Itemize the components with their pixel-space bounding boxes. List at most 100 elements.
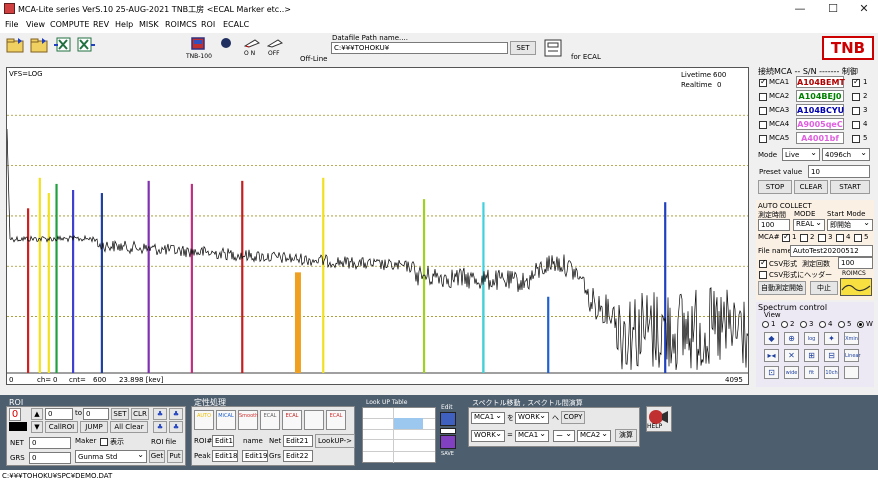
roi-all-clear-button[interactable]: All Clear bbox=[110, 421, 148, 433]
mca2-control-checkbox[interactable] bbox=[852, 93, 860, 101]
spectrum-control-icon-6[interactable]: ▸◂ bbox=[764, 349, 779, 362]
file-name-input[interactable]: AutoTest20200512 bbox=[790, 245, 873, 257]
mca1-checkbox[interactable] bbox=[759, 77, 767, 87]
pen-off-icon[interactable] bbox=[267, 38, 283, 48]
excel-export-icon[interactable] bbox=[76, 36, 96, 52]
spectrum-control-icon-3[interactable]: log bbox=[804, 332, 819, 345]
view-radio-3[interactable] bbox=[800, 321, 807, 328]
edit21-field[interactable]: Edit21 bbox=[283, 435, 313, 447]
auto-stop-button[interactable]: 中止 bbox=[810, 281, 838, 295]
roi-up-icon[interactable]: ▲ bbox=[31, 408, 43, 420]
stop-button[interactable]: STOP bbox=[758, 180, 792, 194]
menu-ecalc[interactable]: ECALC bbox=[223, 20, 249, 29]
spectrum-control-icon-10[interactable]: Linear bbox=[844, 349, 861, 362]
lookup-button[interactable]: LookUP-> bbox=[315, 434, 355, 448]
roi-jump-button[interactable]: JUMP bbox=[80, 421, 108, 433]
calc-operand1-select[interactable]: MCA1 bbox=[515, 430, 549, 442]
close-button[interactable]: ✕ bbox=[850, 1, 878, 17]
calc-button[interactable]: 演算 bbox=[615, 429, 637, 442]
mode-select[interactable]: Live bbox=[782, 148, 820, 161]
pen-on-icon[interactable] bbox=[244, 38, 260, 48]
call-roi-button[interactable]: CallROI bbox=[45, 421, 78, 433]
lookup-selected-cell[interactable] bbox=[393, 418, 423, 429]
menu-help[interactable]: Help bbox=[115, 20, 133, 29]
preset-value-input[interactable]: 10 bbox=[808, 165, 870, 178]
roi-peak2-icon[interactable]: ♣ bbox=[169, 408, 183, 420]
mca5-control-checkbox[interactable] bbox=[852, 135, 860, 143]
edit1-field[interactable]: Edit1 bbox=[212, 435, 234, 447]
roi-peak3-icon[interactable]: ♣ bbox=[153, 421, 167, 433]
csv-header-checkbox[interactable] bbox=[759, 271, 767, 279]
datafile-path-input[interactable]: C:¥¥¥TOHOKU¥ bbox=[331, 42, 508, 54]
qualitative-tool-icon-2[interactable]: MiCAL bbox=[216, 410, 236, 430]
source-spectrum-select[interactable]: MCA1 bbox=[471, 412, 505, 424]
view-radio-1[interactable] bbox=[762, 321, 769, 328]
auto-measure-start-button[interactable]: 自動測定開始 bbox=[758, 281, 806, 295]
qualitative-tool-icon-1[interactable]: AUTO bbox=[194, 410, 214, 430]
auto-mca2-checkbox[interactable] bbox=[800, 234, 808, 242]
roi-peak4-icon[interactable]: ♣ bbox=[169, 421, 183, 433]
auto-mca3-checkbox[interactable] bbox=[818, 234, 826, 242]
roi-from-input[interactable]: 0 bbox=[45, 408, 73, 420]
measure-time-input[interactable]: 100 bbox=[758, 219, 790, 231]
roimcs-graph-icon[interactable] bbox=[840, 278, 872, 296]
roi-put-button[interactable]: Put bbox=[167, 450, 183, 463]
spectrum-control-icon-2[interactable]: ⊕ bbox=[784, 332, 799, 345]
roi-set-button[interactable]: SET bbox=[111, 408, 129, 420]
roi-clr-button[interactable]: CLR bbox=[131, 408, 149, 420]
qualitative-tool-icon-4[interactable]: ECAL bbox=[260, 410, 280, 430]
start-button[interactable]: START bbox=[830, 180, 870, 194]
auto-mca5-checkbox[interactable] bbox=[854, 234, 862, 242]
view-radio-2[interactable] bbox=[781, 321, 788, 328]
spectrum-control-icon-11[interactable]: ⊡ bbox=[764, 366, 779, 379]
maker-display-checkbox[interactable] bbox=[100, 438, 108, 446]
view-radio-4[interactable] bbox=[819, 321, 826, 328]
tnb100-device-icon[interactable] bbox=[191, 37, 205, 50]
spectrum-control-icon-7[interactable]: ✕ bbox=[784, 349, 799, 362]
power-on-icon[interactable] bbox=[220, 37, 232, 49]
qualitative-tool-icon-7[interactable]: ECAL bbox=[326, 410, 346, 430]
spectrum-control-icon-9[interactable]: ⊟ bbox=[824, 349, 839, 362]
edit19-field[interactable]: Edit19 bbox=[242, 450, 268, 462]
maximize-button[interactable]: ☐ bbox=[819, 1, 847, 17]
mca4-control-checkbox[interactable] bbox=[852, 121, 860, 129]
start-mode-select[interactable]: 即開始 bbox=[827, 219, 873, 231]
roi-index[interactable]: 0 bbox=[9, 408, 21, 421]
mca2-checkbox[interactable] bbox=[759, 93, 767, 101]
menu-rev[interactable]: REV bbox=[93, 20, 109, 29]
lookup-edit-icon[interactable] bbox=[440, 412, 456, 426]
auto-mca4-checkbox[interactable] bbox=[836, 234, 844, 242]
view-radio-5[interactable] bbox=[838, 321, 845, 328]
spectrum-control-icon-8[interactable]: ⊞ bbox=[804, 349, 819, 362]
lookup-save-icon[interactable] bbox=[440, 435, 456, 449]
calc-dest-select[interactable]: WORK bbox=[471, 430, 505, 442]
menu-misk[interactable]: MISK bbox=[139, 20, 159, 29]
calc-operand2-select[interactable]: MCA2 bbox=[577, 430, 611, 442]
auto-mode-select[interactable]: REAL bbox=[793, 219, 825, 231]
roi-get-button[interactable]: Get bbox=[149, 450, 165, 463]
save-folder-icon[interactable] bbox=[30, 37, 50, 53]
spectrum-control-icon-12[interactable]: wide bbox=[784, 366, 799, 379]
menu-roi[interactable]: ROI bbox=[201, 20, 215, 29]
spectrum-control-icon-15[interactable] bbox=[844, 366, 859, 379]
mca3-checkbox[interactable] bbox=[759, 107, 767, 115]
calc-operator-select[interactable]: ー bbox=[553, 430, 575, 442]
lookup-open-icon[interactable] bbox=[440, 428, 456, 434]
roi-down-icon[interactable]: ▼ bbox=[31, 421, 43, 433]
clear-button[interactable]: CLEAR bbox=[794, 180, 828, 194]
menu-roimcs[interactable]: ROIMCS bbox=[165, 20, 197, 29]
set-path-button[interactable]: SET bbox=[510, 41, 536, 55]
dest-spectrum-select[interactable]: WORK bbox=[515, 412, 549, 424]
edit18-field[interactable]: Edit18 bbox=[212, 450, 238, 462]
lookup-table[interactable] bbox=[362, 407, 436, 463]
menu-view[interactable]: View bbox=[26, 20, 45, 29]
menu-compute[interactable]: COMPUTE bbox=[50, 20, 89, 29]
edit22-field[interactable]: Edit22 bbox=[283, 450, 313, 462]
qualitative-tool-icon-6[interactable] bbox=[304, 410, 324, 430]
qualitative-tool-icon-3[interactable]: Smooth bbox=[238, 410, 258, 430]
auto-mca1-checkbox[interactable] bbox=[782, 232, 790, 242]
channel-select[interactable]: 4096ch bbox=[822, 148, 870, 161]
gunma-std-select[interactable]: Gunma Std bbox=[75, 450, 147, 463]
roi-color-swatch[interactable] bbox=[9, 422, 27, 431]
mca4-checkbox[interactable] bbox=[759, 121, 767, 129]
